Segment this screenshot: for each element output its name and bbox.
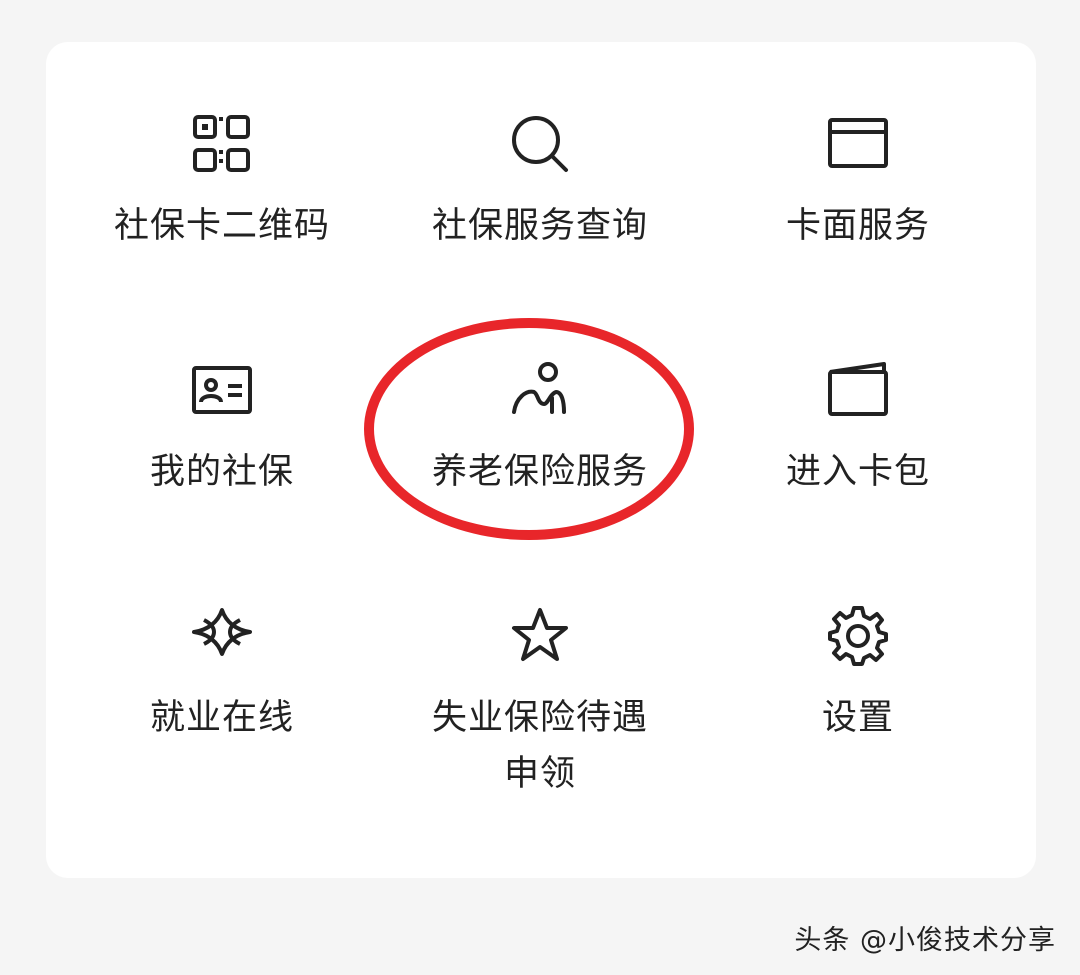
menu-item-enter-card-wallet[interactable]: 进入卡包 xyxy=(700,358,1016,500)
search-icon xyxy=(508,112,572,176)
menu-item-card-face-service[interactable]: 卡面服务 xyxy=(700,112,1016,254)
card-icon xyxy=(826,112,890,176)
menu-item-label: 我的社保 xyxy=(149,452,294,492)
menu-item-unemployment-benefit-claim[interactable]: 失业保险待遇申领 xyxy=(382,604,698,802)
menu-item-label: 社保服务查询 xyxy=(431,206,648,246)
menu-item-social-security-service-query[interactable]: 社保服务查询 xyxy=(382,112,698,254)
wallet-icon xyxy=(826,358,890,422)
menu-item-settings[interactable]: 设置 xyxy=(700,604,1016,746)
menu-item-my-social-security[interactable]: 我的社保 xyxy=(64,358,380,500)
menu-item-label: 设置 xyxy=(821,698,894,738)
watermark: 头条 @小俊技术分享 xyxy=(794,925,1056,956)
menu-item-employment-online[interactable]: 就业在线 xyxy=(64,604,380,746)
id-card-icon xyxy=(190,358,254,422)
qr-code-icon xyxy=(190,112,254,176)
star-icon xyxy=(508,604,572,668)
menu-item-label: 进入卡包 xyxy=(785,452,930,492)
menu-item-label: 养老保险服务 xyxy=(431,452,648,492)
menu-item-pension-insurance-service[interactable]: 养老保险服务 xyxy=(382,358,698,500)
services-card: 社保卡二维码 社保服务查询 卡面服务 我的社保 养老保险服务 进入卡包 就业在线… xyxy=(46,42,1036,878)
elder-person-icon xyxy=(508,358,572,422)
menu-item-label: 卡面服务 xyxy=(785,206,930,246)
menu-item-label: 就业在线 xyxy=(149,698,294,738)
employment-icon xyxy=(190,604,254,668)
menu-item-label: 失业保险待遇申领 xyxy=(431,698,648,794)
menu-item-social-security-qr-code[interactable]: 社保卡二维码 xyxy=(64,112,380,254)
gear-icon xyxy=(826,604,890,668)
menu-item-label: 社保卡二维码 xyxy=(113,206,330,246)
